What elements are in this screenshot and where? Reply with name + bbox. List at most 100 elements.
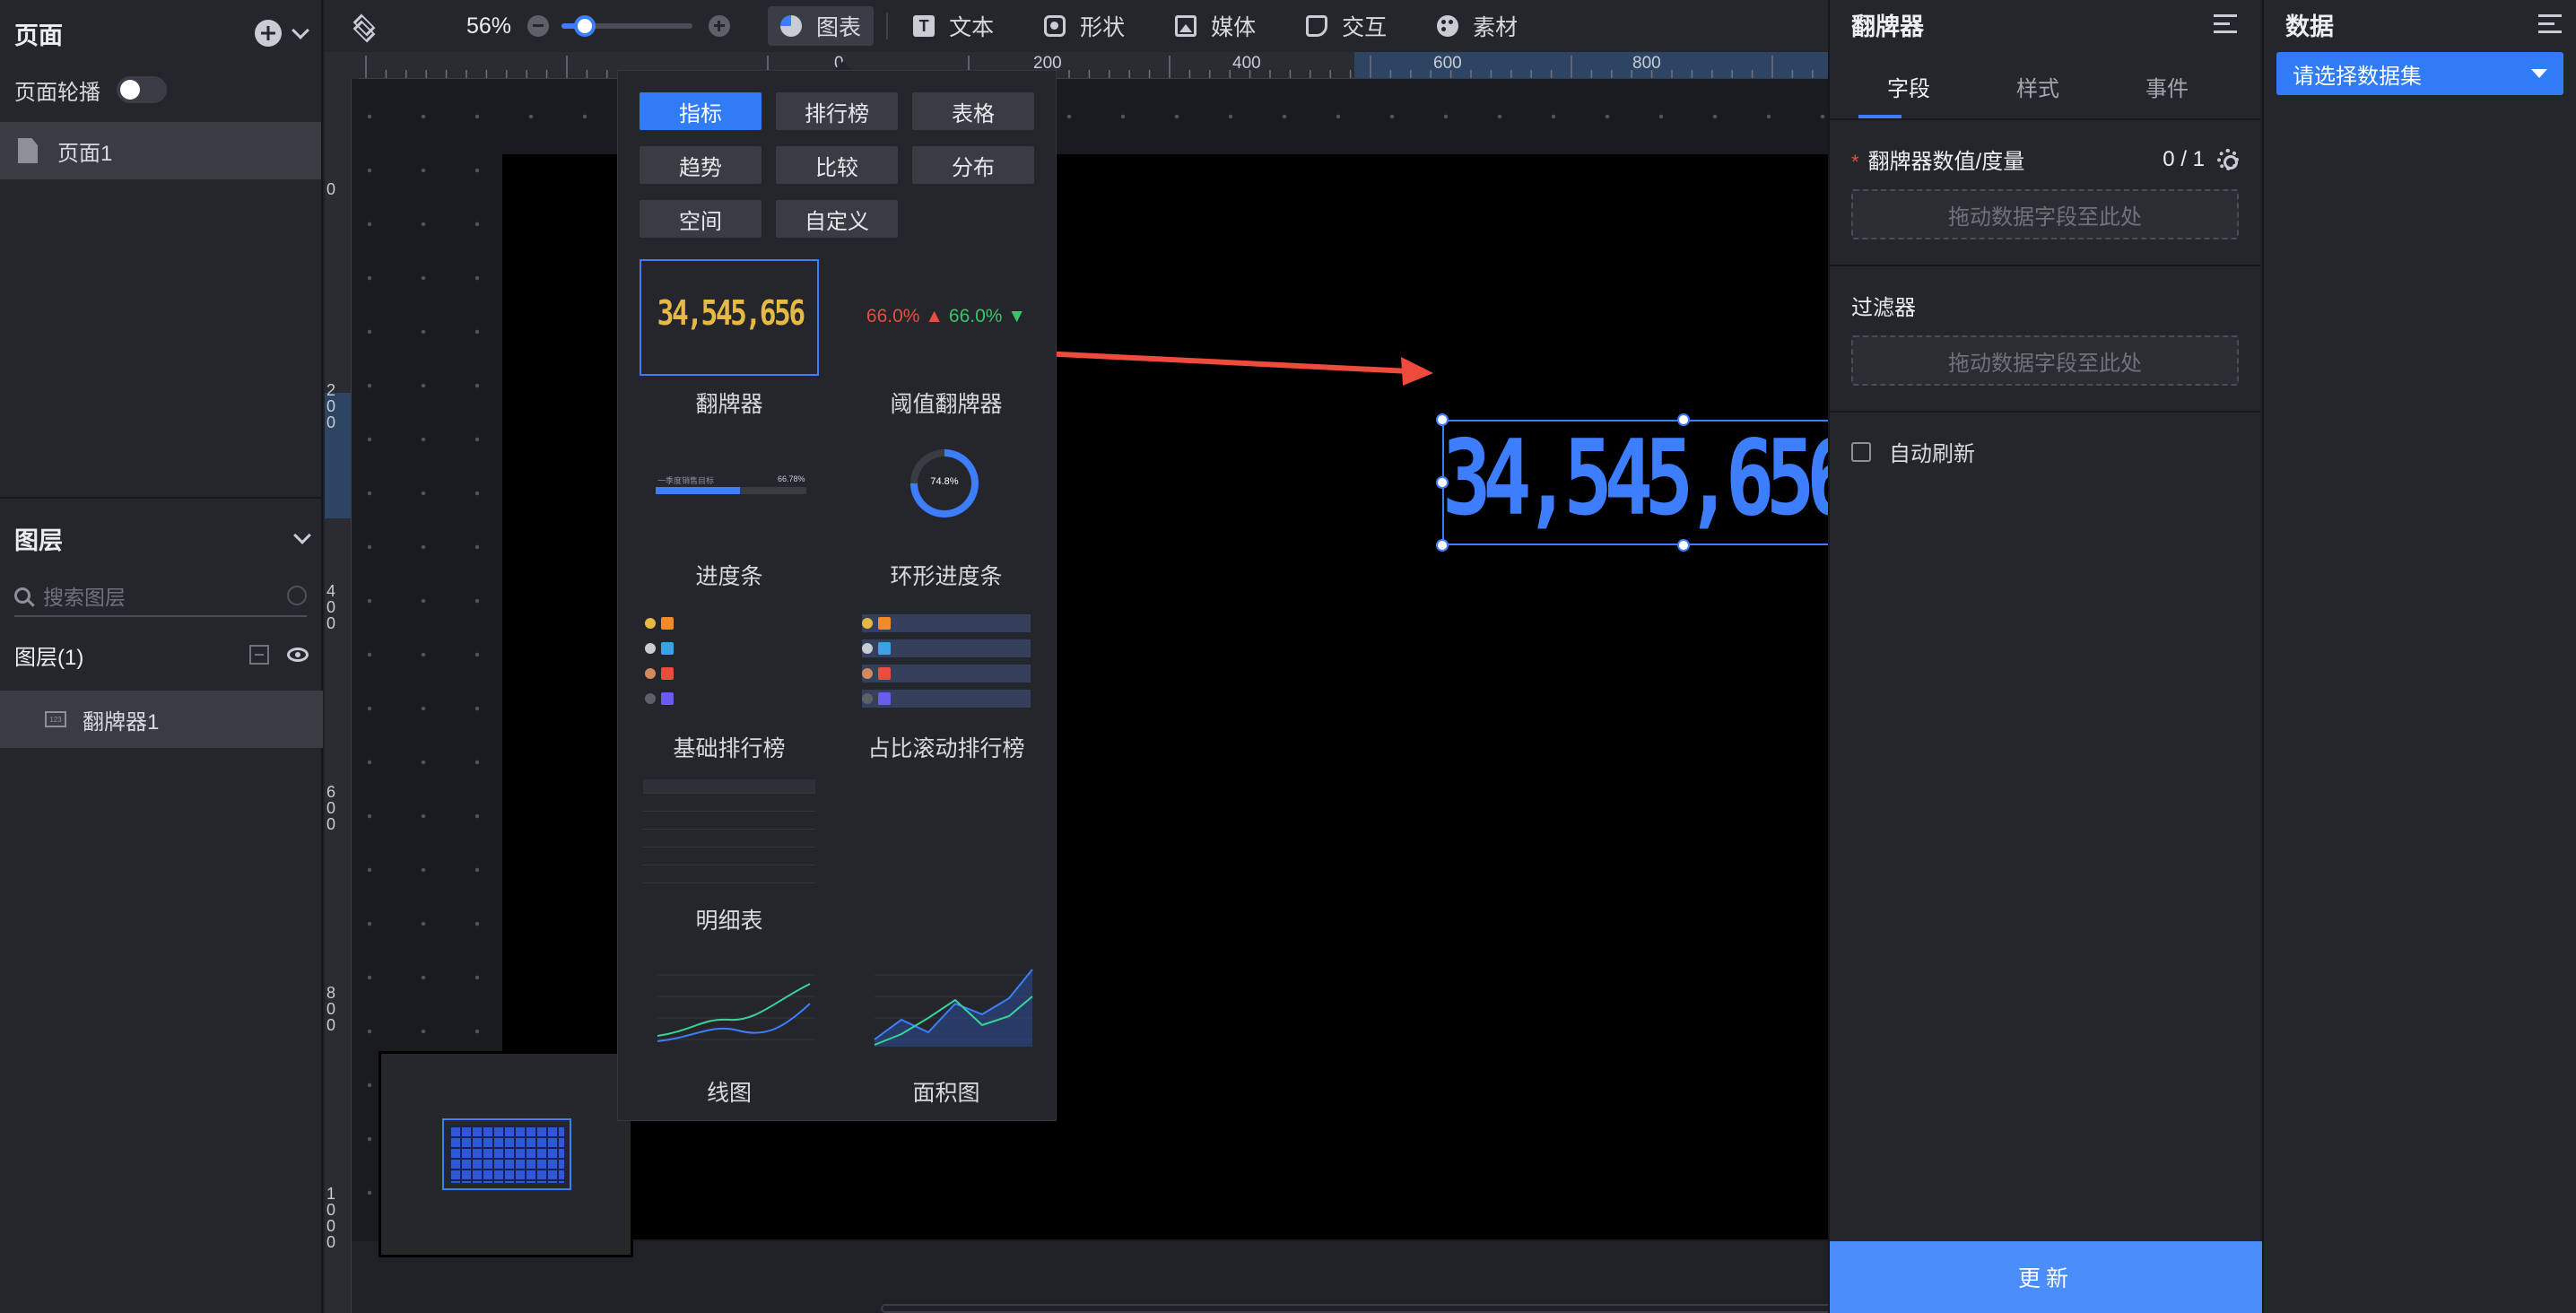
category-custom[interactable]: 自定义: [776, 200, 898, 238]
category-compare[interactable]: 比较: [776, 146, 898, 184]
zoom-level: 56%: [466, 13, 512, 39]
chart-button[interactable]: 图表: [768, 6, 875, 46]
refresh-section: 自动刷新: [1830, 413, 2260, 467]
triangle-up-icon: ▲: [919, 306, 949, 326]
layers-header: 图层: [0, 502, 323, 574]
left-panel: 页面 页面轮播 页面1 图层 搜索图层 图层(1) 123 翻牌器1: [0, 0, 323, 1313]
tile-label: 基础排行榜: [673, 736, 786, 761]
measure-section: * 翻牌器数值/度量 0 / 1 拖动数据字段至此处: [1830, 120, 2260, 239]
chart-button-label: 图表: [816, 15, 862, 40]
progress-caption: 一季度销售目标: [657, 476, 715, 485]
tile-basic-ranking[interactable]: 基础排行榜: [640, 604, 819, 763]
tile-detail-table[interactable]: 明细表: [640, 776, 819, 935]
canvas-workspace[interactable]: 0 200 400 600 800 1000 0 200 400 600 800…: [325, 52, 1828, 1313]
text-button[interactable]: T 文本: [901, 6, 1006, 46]
tab-style[interactable]: 样式: [1973, 71, 2102, 118]
chevron-down-icon[interactable]: [292, 22, 309, 39]
tile-label: 面积图: [912, 1081, 980, 1106]
threshold-down-value: 66.0%: [948, 306, 1003, 326]
zoom-slider[interactable]: [561, 15, 693, 37]
interaction-icon: [1306, 15, 1328, 37]
tile-preview: 66.0% ▲ 66.0% ▼: [857, 259, 1036, 376]
app-window: 页面 页面轮播 页面1 图层 搜索图层 图层(1) 123 翻牌器1 56% 图…: [0, 0, 2576, 1313]
tile-label: 明细表: [695, 909, 763, 934]
filter-drop-zone[interactable]: 拖动数据字段至此处: [1851, 335, 2239, 386]
tile-preview-value: 34,545,656: [657, 293, 805, 333]
panel-divider: [0, 497, 323, 499]
category-table[interactable]: 表格: [912, 92, 1034, 130]
zoom-slider-knob[interactable]: [574, 15, 596, 37]
dataset-select-value: 请选择数据集: [2293, 64, 2422, 89]
property-panel: 翻牌器 字段 样式 事件 * 翻牌器数值/度量 0 / 1 拖动数据字段至此处 过…: [1828, 0, 2262, 1313]
tab-events[interactable]: 事件: [2102, 71, 2232, 118]
filter-label: 过滤器: [1851, 296, 1916, 320]
page-item-label: 页面1: [57, 141, 113, 166]
data-panel: 数据 请选择数据集: [2262, 0, 2576, 1313]
tile-flip-counter[interactable]: 34,545,656 翻牌器: [640, 259, 819, 419]
minimap-viewport[interactable]: [442, 1118, 571, 1190]
page-carousel-toggle[interactable]: [117, 76, 167, 103]
filter-section: 过滤器 拖动数据字段至此处: [1830, 266, 2260, 386]
property-panel-title: 翻牌器: [1851, 13, 1924, 40]
tile-preview: 一季度销售目标 66.78%: [640, 431, 819, 548]
tile-preview: [857, 604, 1036, 720]
tile-preview: [640, 948, 819, 1065]
zoom-in-icon[interactable]: [709, 15, 731, 37]
palette-icon: [1437, 15, 1459, 37]
page-item[interactable]: 页面1: [0, 122, 321, 179]
gear-icon[interactable]: [2217, 148, 2239, 170]
tile-preview: [640, 776, 819, 892]
category-trend[interactable]: 趋势: [640, 146, 761, 184]
category-ranking[interactable]: 排行榜: [776, 92, 898, 130]
dataset-select[interactable]: 请选择数据集: [2276, 52, 2563, 95]
top-toolbar: 56% 图表 T 文本 形状 媒体 交互 素材: [325, 0, 1828, 52]
eye-icon[interactable]: [287, 648, 309, 662]
measure-drop-zone[interactable]: 拖动数据字段至此处: [1851, 189, 2239, 239]
category-distribution[interactable]: 分布: [912, 146, 1034, 184]
pages-header: 页面: [0, 0, 321, 66]
media-button-label: 媒体: [1211, 15, 1257, 40]
layers-title: 图层: [14, 526, 63, 554]
layers-icon[interactable]: [352, 15, 373, 37]
page-icon: [18, 138, 38, 163]
data-panel-title: 数据: [2285, 13, 2334, 40]
interaction-button-label: 交互: [1342, 15, 1388, 40]
tab-fields[interactable]: 字段: [1844, 71, 1973, 118]
tile-threshold-flip[interactable]: 66.0% ▲ 66.0% ▼ 阈值翻牌器: [857, 259, 1036, 419]
tile-label: 占比滚动排行榜: [867, 736, 1025, 761]
tile-area-chart[interactable]: 面积图: [857, 948, 1036, 1108]
media-button[interactable]: 媒体: [1162, 6, 1268, 46]
add-page-icon[interactable]: [255, 20, 282, 47]
layer-search-input[interactable]: 搜索图层: [14, 576, 307, 617]
layer-item[interactable]: 123 翻牌器1: [0, 691, 323, 748]
category-spatial[interactable]: 空间: [640, 200, 761, 238]
collapse-panel-icon[interactable]: [2214, 14, 2237, 34]
tile-progress-bar[interactable]: 一季度销售目标 66.78% 进度条: [640, 431, 819, 591]
interaction-button[interactable]: 交互: [1293, 6, 1399, 46]
update-button[interactable]: 更新: [1830, 1241, 2262, 1313]
layer-group[interactable]: 图层(1): [0, 628, 323, 682]
tile-preview: [640, 604, 819, 720]
shape-button[interactable]: 形状: [1031, 6, 1137, 46]
collapse-all-icon[interactable]: [249, 645, 269, 665]
chevron-down-icon[interactable]: [293, 526, 311, 544]
minimap[interactable]: [379, 1051, 633, 1257]
tile-ring-progress[interactable]: 74.8% 环形进度条: [857, 431, 1036, 591]
tile-label: 阈值翻牌器: [890, 392, 1003, 417]
threshold-up-value: 66.0%: [866, 306, 920, 326]
layer-group-label: 图层(1): [14, 645, 84, 670]
auto-refresh-checkbox[interactable]: [1851, 441, 1871, 462]
pie-chart-icon: [780, 15, 803, 37]
category-indicator[interactable]: 指标: [640, 92, 761, 130]
tile-preview: 74.8%: [857, 431, 1036, 548]
tile-line-chart[interactable]: 线图: [640, 948, 819, 1108]
zoom-out-icon[interactable]: [527, 15, 550, 37]
tile-preview: [857, 948, 1036, 1065]
tile-label: 进度条: [695, 564, 763, 589]
image-icon: [1175, 15, 1197, 37]
tile-scroll-ranking[interactable]: 占比滚动排行榜: [857, 604, 1036, 763]
search-icon: [14, 587, 30, 604]
assets-button[interactable]: 素材: [1424, 6, 1530, 46]
collapse-panel-icon[interactable]: [2538, 14, 2562, 34]
page-carousel-label: 页面轮播: [14, 80, 100, 105]
